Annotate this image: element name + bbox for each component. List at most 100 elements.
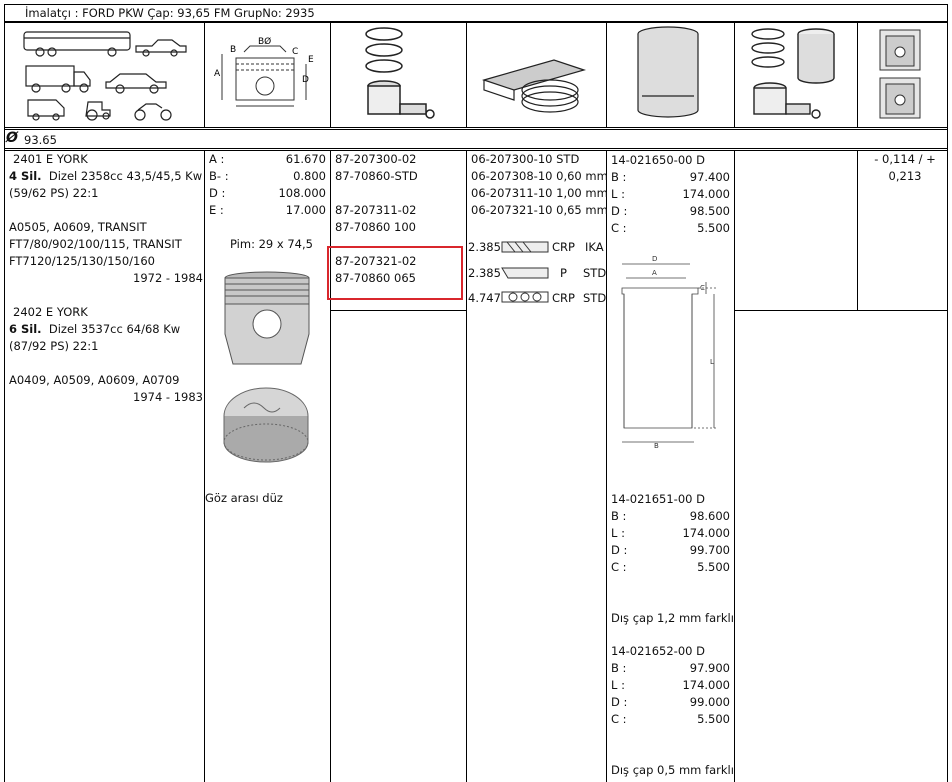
dim-value: 0.800 bbox=[293, 169, 326, 183]
piston-top-image bbox=[223, 387, 309, 463]
engine-models: A0409, A0509, A0609, A0709 bbox=[9, 373, 180, 387]
ring-code[interactable]: 06-207300-10 STD bbox=[471, 151, 579, 168]
liner-dim-value: 5.500 bbox=[697, 712, 730, 726]
engine-ps: (87/92 PS) 22:1 bbox=[9, 339, 99, 353]
liner-dim-label: C : bbox=[611, 560, 627, 574]
liner-note: Dış çap 1,2 mm farklı bbox=[611, 611, 734, 625]
engine-years: 1972 - 1984 bbox=[133, 271, 203, 285]
ring-width: 2.385 bbox=[468, 266, 501, 280]
ring-set-box-icon bbox=[481, 59, 587, 113]
divider bbox=[4, 127, 948, 128]
svg-text:A: A bbox=[214, 69, 221, 79]
liner-dim-label: D : bbox=[611, 695, 628, 709]
dim-label: E : bbox=[209, 203, 224, 217]
engine-code: 2402 E YORK bbox=[13, 305, 88, 319]
ring-variant: STD bbox=[583, 266, 607, 280]
divider bbox=[4, 22, 5, 782]
piston-code[interactable]: 87-70860-STD bbox=[335, 168, 418, 185]
dim-label: D : bbox=[209, 186, 226, 200]
engine-desc: 6 Sil. Dizel 3537cc 64/68 Kw bbox=[9, 322, 181, 336]
piston-dimension-diagram-icon: BØ B C E A D bbox=[214, 36, 314, 107]
liner-dim-value: 98.500 bbox=[689, 204, 730, 218]
piston-clearance-icon bbox=[879, 29, 921, 119]
cylinder-liner-icon bbox=[637, 26, 699, 118]
liner-dim-value: 97.400 bbox=[689, 170, 730, 184]
ring-profile-icon bbox=[501, 267, 549, 279]
pin-size: Pim: 29 x 74,5 bbox=[230, 237, 313, 251]
liner-dim-value: 174.000 bbox=[682, 526, 730, 540]
ring-code[interactable]: 06-207308-10 0,60 mm bbox=[471, 168, 608, 185]
liner-dim-label: D : bbox=[611, 204, 628, 218]
svg-text:L: L bbox=[710, 358, 714, 366]
liner-dim-label: C : bbox=[611, 712, 627, 726]
liner-kit-icon bbox=[751, 28, 835, 119]
ring-variant: STD bbox=[583, 291, 607, 305]
diameter-value: 93.65 bbox=[24, 133, 57, 147]
liner-dim-label: B : bbox=[611, 661, 627, 675]
liner-dim-value: 99.700 bbox=[689, 543, 730, 557]
svg-text:D: D bbox=[302, 75, 309, 85]
svg-text:C: C bbox=[700, 284, 705, 292]
engine-models: FT7120/125/130/150/160 bbox=[9, 254, 156, 268]
svg-text:B: B bbox=[230, 45, 236, 55]
liner-code[interactable]: 14-021652-00 D bbox=[611, 643, 705, 660]
liner-code[interactable]: 14-021650-00 D bbox=[611, 152, 705, 169]
svg-text:D: D bbox=[652, 255, 657, 263]
svg-text:E: E bbox=[308, 55, 314, 65]
ring-profile-icon bbox=[501, 241, 549, 253]
diameter-symbol: Ø bbox=[6, 130, 18, 146]
dim-value: 17.000 bbox=[285, 203, 326, 217]
engine-models: A0505, A0609, TRANSIT bbox=[9, 220, 147, 234]
manufacturer-header: İmalatçı : FORD PKW Çap: 93,65 FM GrupNo… bbox=[4, 4, 948, 22]
ring-width: 2.385 bbox=[468, 240, 501, 254]
piston-side-image bbox=[224, 271, 310, 365]
liner-dim-label: L : bbox=[611, 187, 625, 201]
ring-code[interactable]: 06-207321-10 0,65 mm bbox=[471, 202, 608, 219]
liner-dim-label: C : bbox=[611, 221, 627, 235]
ring-width: 4.747 bbox=[468, 291, 501, 305]
ring-type: P bbox=[560, 266, 567, 280]
liner-dim-label: D : bbox=[611, 543, 628, 557]
liner-dim-label: L : bbox=[611, 678, 625, 692]
liner-dim-label: B : bbox=[611, 509, 627, 523]
piston-code[interactable]: 87-207300-02 bbox=[335, 151, 416, 168]
clearance-value: - 0,114 / + bbox=[874, 152, 936, 166]
divider bbox=[4, 22, 948, 23]
liner-dim-value: 174.000 bbox=[682, 678, 730, 692]
vehicle-types-icon bbox=[23, 31, 187, 121]
divider bbox=[4, 129, 948, 130]
svg-text:A: A bbox=[652, 269, 657, 277]
engine-ps: (59/62 PS) 22:1 bbox=[9, 186, 99, 200]
liner-drawing: D A C L B bbox=[621, 255, 718, 450]
liner-code[interactable]: 14-021651-00 D bbox=[611, 491, 705, 508]
svg-text:B: B bbox=[654, 442, 659, 450]
piston-rings-icon bbox=[365, 27, 435, 119]
piston-code[interactable]: 87-207311-02 bbox=[335, 202, 416, 219]
diagram-label-b0: BØ bbox=[258, 36, 271, 47]
highlight-box bbox=[327, 246, 463, 300]
liner-note: Dış çap 0,5 mm farklı bbox=[611, 763, 734, 777]
liner-dim-value: 174.000 bbox=[682, 187, 730, 201]
piston-note: Göz arası düz bbox=[205, 491, 283, 505]
svg-text:C: C bbox=[292, 47, 298, 57]
ring-type: CRP bbox=[552, 240, 575, 254]
ring-code[interactable]: 06-207311-10 1,00 mm bbox=[471, 185, 608, 202]
ring-profile-icon bbox=[501, 291, 549, 303]
ring-type: CRP bbox=[552, 291, 575, 305]
dim-value: 61.670 bbox=[285, 152, 326, 166]
liner-dim-value: 5.500 bbox=[697, 221, 730, 235]
liner-dim-value: 99.000 bbox=[689, 695, 730, 709]
engine-desc: 4 Sil. Dizel 2358cc 43,5/45,5 Kw bbox=[9, 169, 203, 183]
engine-years: 1974 - 1983 bbox=[133, 390, 203, 404]
engine-models: FT7/80/902/100/115, TRANSIT bbox=[9, 237, 182, 251]
dim-value: 108.000 bbox=[278, 186, 326, 200]
dim-label: B- : bbox=[209, 169, 229, 183]
divider bbox=[4, 148, 948, 149]
liner-dim-label: L : bbox=[611, 526, 625, 540]
liner-dim-label: B : bbox=[611, 170, 627, 184]
piston-code[interactable]: 87-70860 100 bbox=[335, 219, 416, 236]
ring-variant: IKA bbox=[585, 240, 604, 254]
engine-code: 2401 E YORK bbox=[13, 152, 88, 166]
dim-label: A : bbox=[209, 152, 225, 166]
liner-dim-value: 98.600 bbox=[689, 509, 730, 523]
